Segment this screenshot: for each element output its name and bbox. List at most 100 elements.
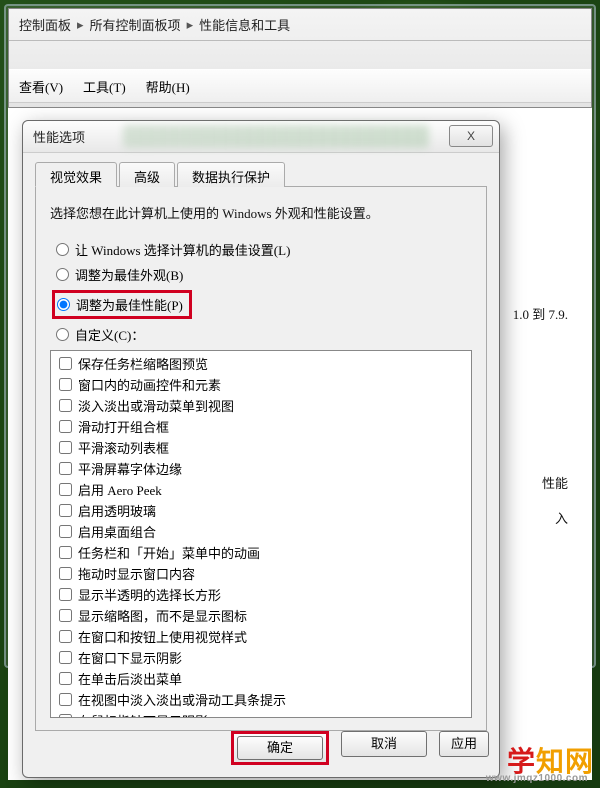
checkbox[interactable] xyxy=(59,714,72,718)
list-item-label: 窗口内的动画控件和元素 xyxy=(78,375,221,394)
list-item[interactable]: 任务栏和「开始」菜单中的动画 xyxy=(53,542,469,563)
list-item[interactable]: 在窗口下显示阴影 xyxy=(53,647,469,668)
tab-dep[interactable]: 数据执行保护 xyxy=(177,162,285,187)
checkbox[interactable] xyxy=(59,399,72,412)
list-item[interactable]: 启用透明玻璃 xyxy=(53,500,469,521)
checkbox[interactable] xyxy=(59,357,72,370)
checkbox[interactable] xyxy=(59,546,72,559)
list-item[interactable]: 平滑屏幕字体边缘 xyxy=(53,458,469,479)
side-label-2: 入 xyxy=(555,508,568,527)
watermark-logo: 学知网 www.jmqz1000.com xyxy=(507,740,594,780)
list-item-label: 拖动时显示窗口内容 xyxy=(78,564,195,583)
checkbox[interactable] xyxy=(59,693,72,706)
list-item[interactable]: 显示缩略图，而不是显示图标 xyxy=(53,605,469,626)
highlight-best-performance: 调整为最佳性能(P) xyxy=(52,290,192,319)
radio-label: 调整为最佳性能(P) xyxy=(76,295,183,314)
list-item-label: 显示缩略图，而不是显示图标 xyxy=(78,606,247,625)
performance-options-dialog: 性能选项 X 视觉效果 高级 数据执行保护 选择您想在此计算机上使用的 Wind… xyxy=(22,120,500,778)
list-item-label: 任务栏和「开始」菜单中的动画 xyxy=(78,543,260,562)
list-item[interactable]: 启用桌面组合 xyxy=(53,521,469,542)
tabstrip: 视觉效果 高级 数据执行保护 xyxy=(35,161,487,187)
list-item[interactable]: 滑动打开组合框 xyxy=(53,416,469,437)
highlight-ok: 确定 xyxy=(231,731,329,765)
checkbox[interactable] xyxy=(59,672,72,685)
chevron-right-icon: ▸ xyxy=(77,17,84,33)
checkbox[interactable] xyxy=(59,483,72,496)
visual-effects-listbox[interactable]: 保存任务栏缩略图预览窗口内的动画控件和元素淡入淡出或滑动菜单到视图滑动打开组合框… xyxy=(50,350,472,718)
list-item-label: 启用透明玻璃 xyxy=(78,501,156,520)
breadcrumb-item[interactable]: 性能信息和工具 xyxy=(199,15,290,34)
checkbox[interactable] xyxy=(59,441,72,454)
list-item-label: 在单击后淡出菜单 xyxy=(78,669,182,688)
list-item-label: 在窗口和按钮上使用视觉样式 xyxy=(78,627,247,646)
dialog-titlebar[interactable]: 性能选项 X xyxy=(23,121,499,153)
list-item[interactable]: 在视图中淡入淡出或滑动工具条提示 xyxy=(53,689,469,710)
list-item-label: 显示半透明的选择长方形 xyxy=(78,585,221,604)
list-item-label: 滑动打开组合框 xyxy=(78,417,169,436)
dialog-body: 视觉效果 高级 数据执行保护 选择您想在此计算机上使用的 Windows 外观和… xyxy=(23,153,499,743)
list-item[interactable]: 启用 Aero Peek xyxy=(53,479,469,500)
checkbox[interactable] xyxy=(59,525,72,538)
radio-input[interactable] xyxy=(56,268,69,281)
radio-custom[interactable]: 自定义(C)： xyxy=(56,325,472,344)
checkbox[interactable] xyxy=(59,378,72,391)
list-item[interactable]: 在单击后淡出菜单 xyxy=(53,668,469,689)
chevron-right-icon: ▸ xyxy=(187,17,194,33)
menubar: 查看(V) 工具(T) 帮助(H) xyxy=(9,69,591,103)
list-item[interactable]: 保存任务栏缩略图预览 xyxy=(53,353,469,374)
dialog-button-row: 确定 取消 应用 xyxy=(231,731,489,765)
blurred-region xyxy=(123,125,429,148)
breadcrumb: 控制面板 ▸ 所有控制面板项 ▸ 性能信息和工具 xyxy=(9,9,591,41)
ok-button[interactable]: 确定 xyxy=(237,736,323,760)
cancel-button[interactable]: 取消 xyxy=(341,731,427,757)
list-item[interactable]: 淡入淡出或滑动菜单到视图 xyxy=(53,395,469,416)
close-button[interactable]: X xyxy=(449,125,493,147)
list-item-label: 淡入淡出或滑动菜单到视图 xyxy=(78,396,234,415)
tab-visual-effects[interactable]: 视觉效果 xyxy=(35,162,117,187)
score-range-text: 1.0 到 7.9. xyxy=(513,304,568,323)
radio-label: 调整为最佳外观(B) xyxy=(75,265,183,284)
menu-help[interactable]: 帮助(H) xyxy=(146,77,190,96)
checkbox[interactable] xyxy=(59,420,72,433)
list-item-label: 平滑屏幕字体边缘 xyxy=(78,459,182,478)
list-item[interactable]: 在窗口和按钮上使用视觉样式 xyxy=(53,626,469,647)
list-item[interactable]: 显示半透明的选择长方形 xyxy=(53,584,469,605)
list-item-label: 在鼠标指针下显示阴影 xyxy=(78,711,208,718)
radio-label: 让 Windows 选择计算机的最佳设置(L) xyxy=(75,240,290,259)
radio-best-appearance[interactable]: 调整为最佳外观(B) xyxy=(56,265,472,284)
radio-label: 自定义(C)： xyxy=(75,325,144,344)
list-item[interactable]: 窗口内的动画控件和元素 xyxy=(53,374,469,395)
checkbox[interactable] xyxy=(59,588,72,601)
list-item-label: 在视图中淡入淡出或滑动工具条提示 xyxy=(78,690,286,709)
checkbox[interactable] xyxy=(59,609,72,622)
list-item-label: 保存任务栏缩略图预览 xyxy=(78,354,208,373)
checkbox[interactable] xyxy=(59,504,72,517)
watermark-url: www.jmqz1000.com xyxy=(486,773,588,784)
tab-panel-visual: 选择您想在此计算机上使用的 Windows 外观和性能设置。 让 Windows… xyxy=(35,187,487,731)
menu-tools[interactable]: 工具(T) xyxy=(83,77,126,96)
checkbox[interactable] xyxy=(59,630,72,643)
tab-advanced[interactable]: 高级 xyxy=(119,162,175,187)
list-item[interactable]: 拖动时显示窗口内容 xyxy=(53,563,469,584)
description-text: 选择您想在此计算机上使用的 Windows 外观和性能设置。 xyxy=(50,203,472,222)
breadcrumb-item[interactable]: 控制面板 xyxy=(19,15,71,34)
list-item-label: 平滑滚动列表框 xyxy=(78,438,169,457)
checkbox[interactable] xyxy=(59,462,72,475)
checkbox[interactable] xyxy=(59,567,72,580)
list-item-label: 启用 Aero Peek xyxy=(78,480,162,499)
apply-button[interactable]: 应用 xyxy=(439,731,489,757)
list-item-label: 启用桌面组合 xyxy=(78,522,156,541)
radio-input[interactable] xyxy=(56,243,69,256)
radio-input[interactable] xyxy=(56,328,69,341)
list-item[interactable]: 平滑滚动列表框 xyxy=(53,437,469,458)
checkbox[interactable] xyxy=(59,651,72,664)
side-label-perf: 性能 xyxy=(542,473,568,492)
breadcrumb-item[interactable]: 所有控制面板项 xyxy=(90,15,181,34)
list-item-label: 在窗口下显示阴影 xyxy=(78,648,182,667)
dialog-title: 性能选项 xyxy=(33,127,85,146)
menu-view[interactable]: 查看(V) xyxy=(19,77,63,96)
control-panel-window: 控制面板 ▸ 所有控制面板项 ▸ 性能信息和工具 查看(V) 工具(T) 帮助(… xyxy=(8,8,592,108)
radio-let-windows-choose[interactable]: 让 Windows 选择计算机的最佳设置(L) xyxy=(56,240,472,259)
list-item[interactable]: 在鼠标指针下显示阴影 xyxy=(53,710,469,718)
radio-best-performance[interactable] xyxy=(57,298,70,311)
